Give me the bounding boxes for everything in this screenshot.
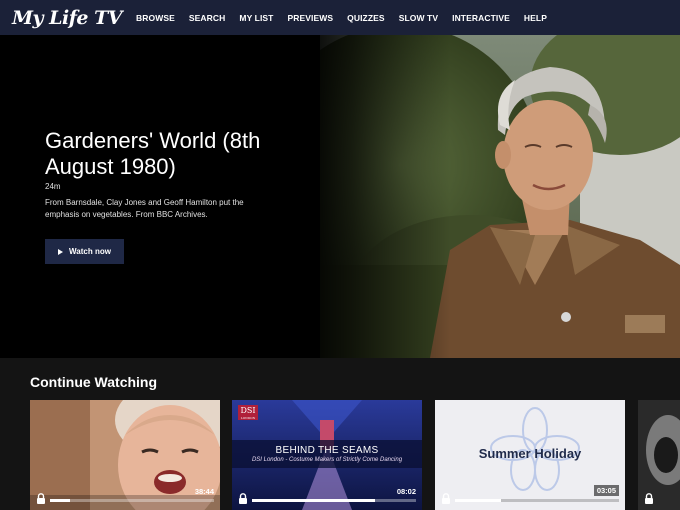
nav-interactive[interactable]: INTERACTIVE — [452, 13, 510, 23]
nav-search[interactable]: SEARCH — [189, 13, 226, 23]
logo[interactable]: My Life TV — [12, 7, 123, 29]
card-time: 38:44 — [194, 487, 214, 496]
watch-now-button[interactable]: Watch now — [45, 239, 124, 264]
progress-bar — [50, 499, 214, 502]
hero-duration: 24m — [45, 182, 61, 191]
progress-fill — [50, 499, 70, 502]
card-thumbnail — [30, 400, 220, 510]
card-time: 08:02 — [396, 487, 416, 496]
lock-icon — [239, 493, 247, 504]
card-headline: Summer Holiday — [478, 446, 582, 461]
card-time: 03:05 — [593, 485, 619, 496]
continue-watching-title: Continue Watching — [30, 374, 158, 390]
top-nav: My Life TV BROWSE SEARCH MY LIST PREVIEW… — [0, 0, 680, 35]
progress-bar — [252, 499, 416, 502]
nav-slow-tv[interactable]: SLOW TV — [399, 13, 438, 23]
nav-previews[interactable]: PREVIEWS — [287, 13, 333, 23]
lock-icon — [645, 493, 653, 504]
lock-icon — [37, 493, 45, 504]
continue-card[interactable] — [638, 400, 680, 510]
card-subline: DSI London - Costume Makers of Strictly … — [251, 457, 403, 463]
watch-now-label: Watch now — [69, 247, 111, 256]
progress-fill — [455, 499, 501, 502]
nav-my-list[interactable]: MY LIST — [239, 13, 273, 23]
hero-title: Gardeners' World (8th August 1980) — [45, 128, 261, 179]
continue-card[interactable]: 38:44 — [30, 400, 220, 510]
play-icon — [58, 248, 64, 255]
nav-quizzes[interactable]: QUIZZES — [347, 13, 385, 23]
hero-description: From Barnsdale, Clay Jones and Geoff Ham… — [45, 198, 244, 219]
nav-browse[interactable]: BROWSE — [136, 13, 175, 23]
progress-fill — [252, 499, 375, 502]
progress-bar — [455, 499, 619, 502]
hero-banner: Gardeners' World (8th August 1980) 24m F… — [0, 35, 680, 358]
nav-help[interactable]: HELP — [524, 13, 547, 23]
continue-card[interactable]: DSI LONDON BEHIND THE SEAMS DSI London -… — [232, 400, 422, 510]
hero-gradient — [300, 35, 450, 358]
nav-menu: BROWSE SEARCH MY LIST PREVIEWS QUIZZES S… — [136, 13, 561, 23]
continue-card[interactable]: Summer Holiday 03:05 — [435, 400, 625, 510]
dsi-logo: DSI LONDON — [238, 405, 258, 420]
lock-icon — [442, 493, 450, 504]
card-headline: BEHIND THE SEAMS — [275, 445, 379, 456]
